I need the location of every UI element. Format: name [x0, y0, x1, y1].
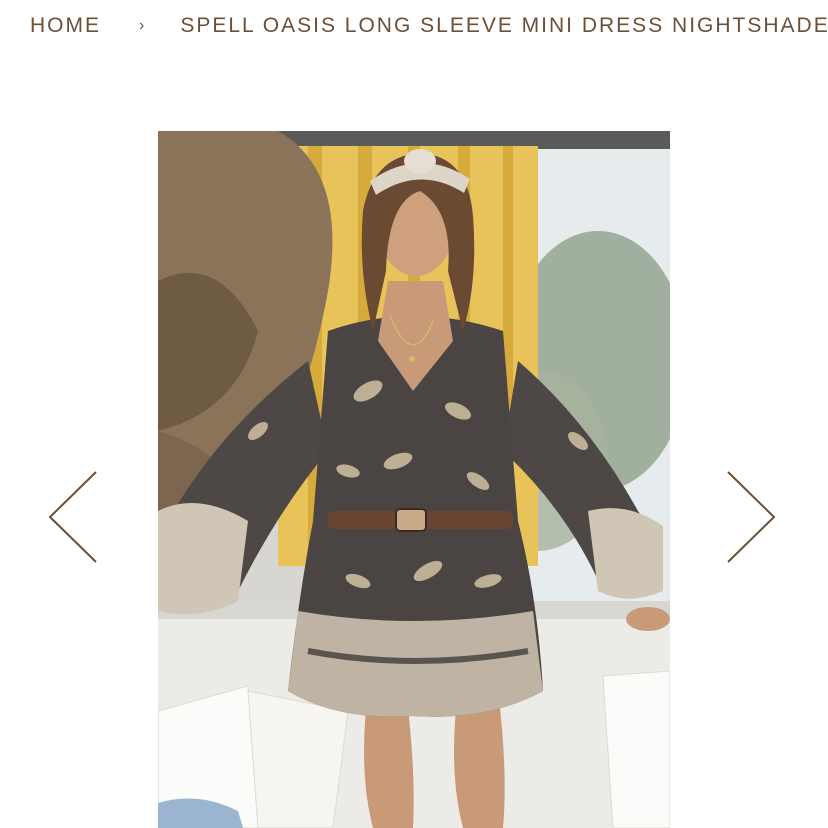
breadcrumb-current-page: SPELL OASIS LONG SLEEVE MINI DRESS NIGHT…: [180, 14, 828, 37]
product-photo: [158, 131, 670, 828]
breadcrumb: HOME › SPELL OASIS LONG SLEEVE MINI DRES…: [30, 10, 828, 42]
product-image[interactable]: [158, 131, 670, 828]
gallery-prev-button[interactable]: [46, 468, 102, 566]
breadcrumb-separator: ›: [139, 17, 145, 34]
gallery-next-button[interactable]: [722, 468, 778, 566]
chevron-left-icon: [48, 471, 97, 563]
chevron-right-icon: [727, 471, 776, 563]
breadcrumb-home-link[interactable]: HOME: [30, 14, 101, 38]
